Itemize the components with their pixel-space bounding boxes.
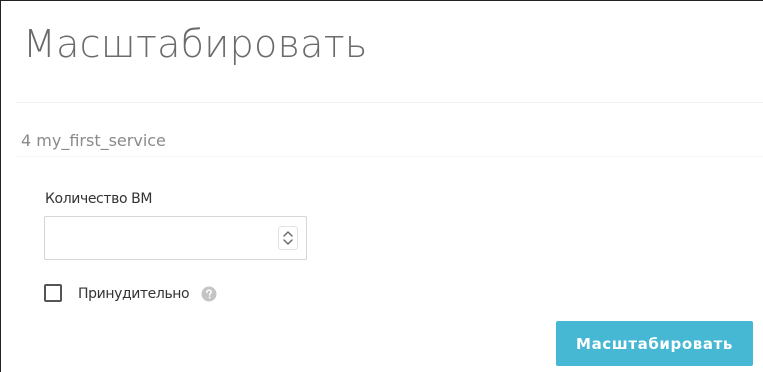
scale-dialog: Масштабировать 4 my_first_service Количе…: [0, 0, 763, 372]
question-circle-icon[interactable]: [201, 286, 217, 302]
force-label[interactable]: Принудительно: [78, 283, 190, 305]
title-divider: [15, 102, 763, 103]
service-divider: [15, 156, 763, 157]
vm-count-field[interactable]: [44, 216, 307, 260]
vm-count-input[interactable]: [45, 217, 265, 259]
service-name: 4 my_first_service: [21, 131, 166, 150]
scale-submit-button[interactable]: Масштабировать: [556, 321, 753, 366]
force-checkbox[interactable]: [44, 284, 62, 302]
dialog-title: Масштабировать: [23, 22, 368, 66]
vm-count-label: Количество ВМ: [45, 191, 153, 207]
stepper-arrows-icon[interactable]: [278, 226, 298, 250]
